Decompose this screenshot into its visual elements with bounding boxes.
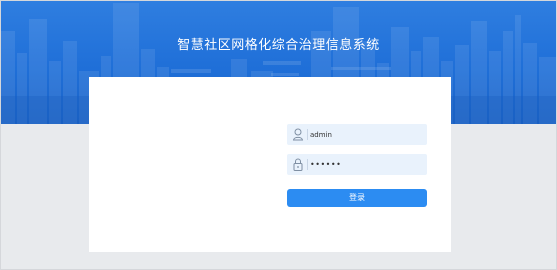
lock-icon [292, 157, 304, 172]
username-input[interactable] [310, 124, 422, 145]
field-divider [307, 129, 308, 140]
password-input[interactable] [310, 154, 422, 175]
user-icon [292, 127, 304, 142]
login-page: 智慧社区网格化综合治理信息系统 登录 [0, 0, 557, 270]
login-card: 登录 [89, 77, 451, 252]
login-button[interactable]: 登录 [287, 189, 427, 207]
system-title: 智慧社区网格化综合治理信息系统 [177, 38, 380, 53]
field-divider [307, 159, 308, 170]
username-field[interactable] [287, 124, 427, 145]
password-field[interactable] [287, 154, 427, 175]
